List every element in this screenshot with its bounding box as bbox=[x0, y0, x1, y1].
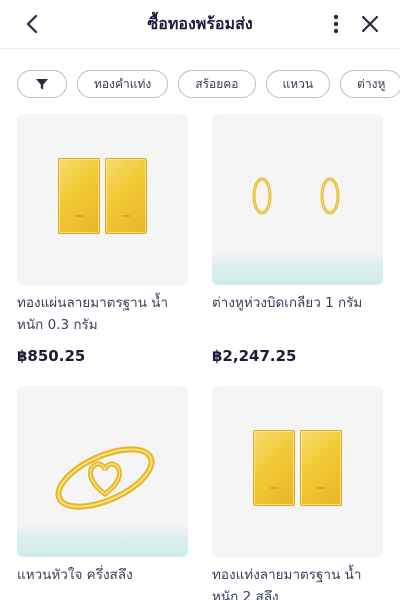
chip-earring[interactable]: ต่างหู bbox=[340, 70, 400, 98]
product-image[interactable] bbox=[212, 386, 383, 557]
more-vertical-icon bbox=[333, 14, 339, 34]
gold-bar-right bbox=[300, 430, 342, 506]
gold-sheet-left bbox=[58, 158, 100, 234]
more-options-button[interactable] bbox=[325, 10, 347, 38]
filter-button[interactable] bbox=[17, 70, 67, 98]
filter-funnel-icon bbox=[36, 79, 48, 90]
close-button[interactable] bbox=[356, 10, 384, 38]
product-image[interactable] bbox=[212, 114, 383, 285]
top-bar: ซื้อทองพร้อมส่ง bbox=[0, 0, 400, 48]
product-name[interactable]: ต่างหูห่วงบิดเกลียว 1 กรัม bbox=[212, 292, 387, 314]
gold-heart-ring bbox=[55, 446, 155, 510]
product-name[interactable]: ทองแท่งลายมาตรฐาน น้ำหนัก 2 สลึง bbox=[212, 564, 387, 600]
gold-hoop-earrings bbox=[252, 177, 340, 215]
product-image[interactable] bbox=[17, 114, 188, 285]
gold-bar-left bbox=[253, 430, 295, 506]
product-name[interactable]: แหวนหัวใจ ครึ่งสลึง bbox=[17, 564, 192, 586]
chip-necklace[interactable]: สร้อยคอ bbox=[178, 70, 256, 98]
product-image[interactable] bbox=[17, 386, 188, 557]
header-divider bbox=[0, 48, 400, 49]
filter-chip-row[interactable]: ทองคำแท่ง สร้อยคอ แหวน ต่างหู bbox=[17, 70, 400, 100]
product-name[interactable]: ทองแผ่นลายมาตรฐาน น้ำหนัก 0.3 กรัม bbox=[17, 292, 192, 336]
close-icon bbox=[361, 15, 379, 33]
gold-sheet-right bbox=[105, 158, 147, 234]
chip-ring[interactable]: แหวน bbox=[265, 70, 331, 98]
product-price: ฿850.25 bbox=[17, 347, 86, 365]
product-price: ฿2,247.25 bbox=[212, 347, 297, 365]
chip-gold-bar[interactable]: ทองคำแท่ง bbox=[77, 70, 169, 98]
